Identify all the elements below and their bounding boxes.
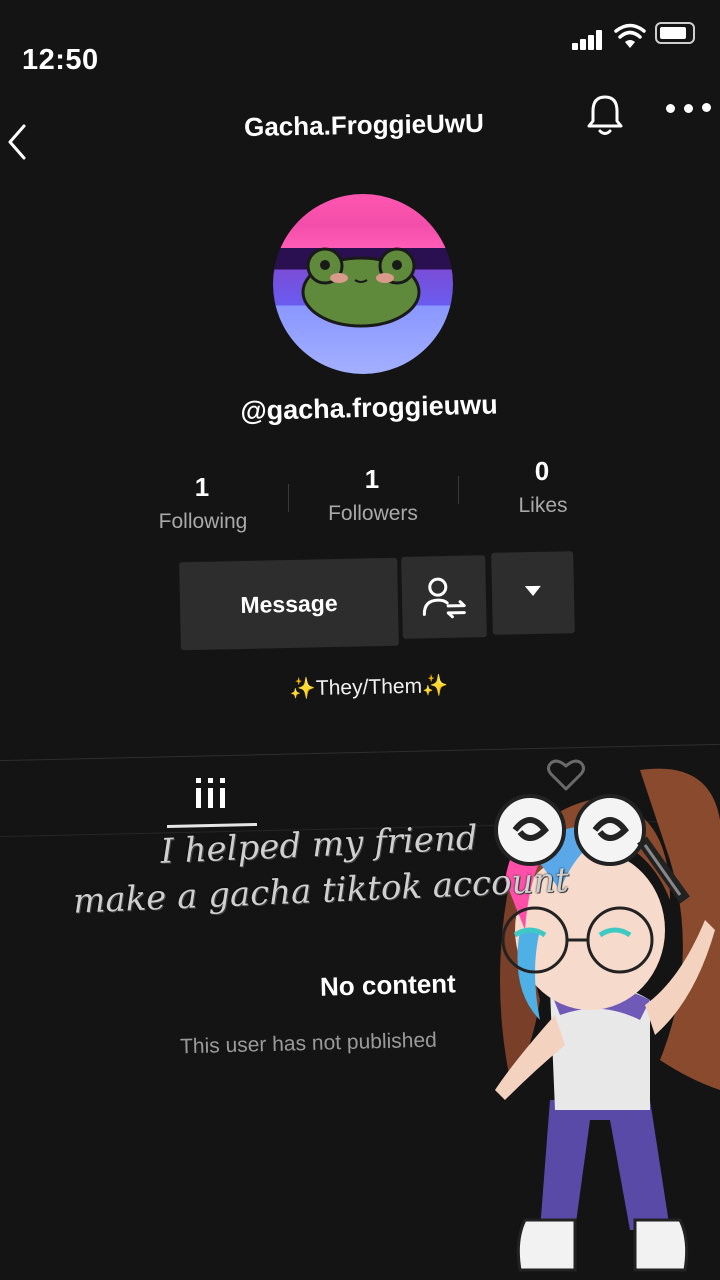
tab-divider	[0, 743, 720, 762]
friends-icon	[422, 577, 466, 619]
frog-avatar-icon	[301, 247, 421, 328]
wifi-icon	[614, 23, 646, 48]
followers-count[interactable]: 1	[302, 464, 442, 495]
signal-icon	[572, 30, 604, 50]
following-count[interactable]: 1	[132, 472, 272, 503]
stat-divider	[458, 476, 459, 504]
message-button-label: Message	[240, 589, 338, 618]
battery-icon	[655, 22, 695, 44]
likes-count: 0	[534, 456, 550, 486]
avatar[interactable]	[273, 194, 453, 374]
bio-text: ✨They/Them✨	[289, 674, 449, 701]
following-label[interactable]: Following	[123, 510, 283, 534]
caret-down-icon	[524, 585, 541, 596]
follow-status-button[interactable]	[401, 555, 487, 639]
followers-label[interactable]: Followers	[293, 502, 453, 526]
likes-label: Likes	[518, 494, 568, 517]
empty-state-title: No content	[319, 968, 457, 1002]
bell-icon[interactable]	[584, 92, 626, 138]
more-dropdown-button[interactable]	[491, 551, 575, 635]
stat-divider	[288, 484, 289, 512]
videos-grid-tab-icon[interactable]	[194, 776, 228, 810]
message-button[interactable]: Message	[179, 557, 399, 651]
more-options-icon[interactable]	[666, 103, 716, 116]
status-time: 12:50	[22, 44, 99, 76]
empty-state-subtitle: This user has not published	[179, 1028, 438, 1059]
profile-username: @gacha.froggieuwu	[239, 389, 499, 427]
